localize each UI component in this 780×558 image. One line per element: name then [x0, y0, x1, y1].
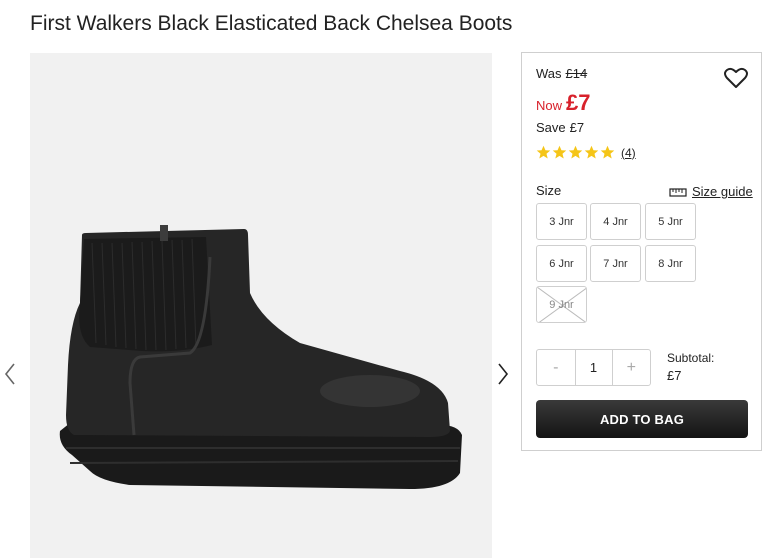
star-icon — [584, 145, 599, 159]
size-option-5-jnr[interactable]: 5 Jnr — [645, 203, 696, 240]
decrease-quantity-button[interactable]: - — [537, 350, 575, 385]
next-image-arrow-icon[interactable] — [495, 360, 511, 388]
product-title: First Walkers Black Elasticated Back Che… — [30, 12, 513, 35]
now-price: £7 — [566, 90, 591, 115]
size-option-9-jnr-unavailable[interactable]: 9 Jnr — [536, 286, 587, 323]
quantity-stepper: - + — [536, 349, 651, 386]
was-price-line: Was £14 — [536, 66, 587, 81]
star-rating[interactable]: (4) — [536, 145, 636, 160]
add-to-bag-button[interactable]: ADD TO BAG — [536, 400, 748, 438]
boot-illustration — [59, 225, 462, 489]
save-amount: £7 — [569, 120, 585, 135]
was-label: Was — [536, 66, 562, 81]
size-option-7-jnr[interactable]: 7 Jnr — [590, 245, 641, 282]
size-option-6-jnr[interactable]: 6 Jnr — [536, 245, 587, 282]
size-option-3-jnr[interactable]: 3 Jnr — [536, 203, 587, 240]
size-label: Size — [536, 183, 562, 198]
star-icon — [552, 145, 567, 159]
wishlist-heart-icon[interactable] — [724, 67, 748, 89]
subtotal-value: £7 — [667, 368, 682, 383]
size-guide-link[interactable]: Size guide — [669, 184, 753, 199]
size-guide-label: Size guide — [692, 184, 753, 199]
size-option-4-jnr[interactable]: 4 Jnr — [590, 203, 641, 240]
previous-image-arrow-icon[interactable] — [2, 360, 18, 388]
product-image — [30, 53, 492, 558]
ruler-icon — [669, 187, 687, 197]
increase-quantity-button[interactable]: + — [613, 350, 651, 385]
star-icon — [568, 145, 583, 159]
now-label: Now — [536, 98, 563, 113]
review-count-link[interactable]: (4) — [621, 146, 636, 160]
quantity-input[interactable] — [574, 350, 613, 385]
now-price-line: Now £7 — [536, 90, 591, 116]
save-label: Save — [536, 120, 566, 135]
was-price: £14 — [565, 66, 588, 81]
star-icon — [600, 145, 615, 159]
star-icon — [536, 145, 551, 159]
subtotal-label: Subtotal: — [667, 351, 715, 365]
save-line: Save £7 — [536, 120, 584, 135]
purchase-panel: Was £14 Now £7 Save £7 (4) Size Size guide … — [521, 52, 762, 451]
size-option-label: 9 Jnr — [549, 298, 574, 311]
size-option-8-jnr[interactable]: 8 Jnr — [645, 245, 696, 282]
